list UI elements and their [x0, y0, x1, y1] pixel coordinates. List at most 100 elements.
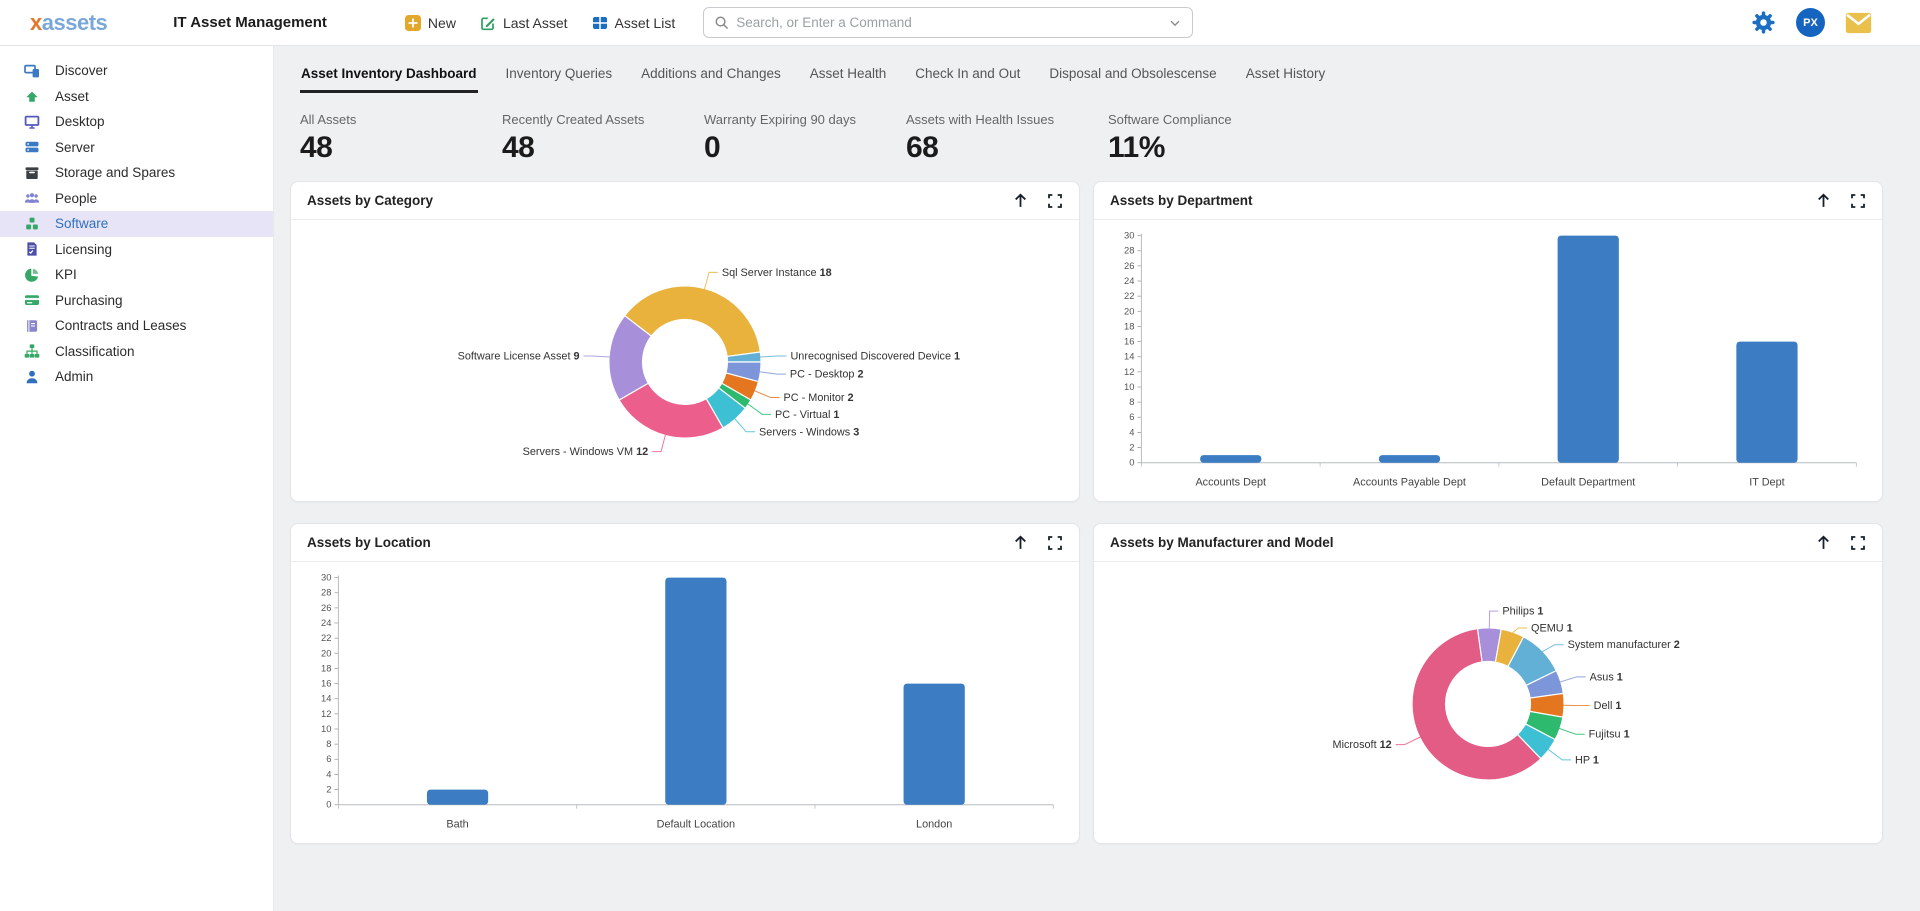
y-tick-label: 0 — [326, 800, 331, 810]
label-leader-line — [1396, 737, 1421, 745]
donut-label-servers-windows-vm: Servers - Windows VM 12 — [523, 446, 649, 458]
y-tick-label: 22 — [1124, 291, 1134, 301]
card-actions — [1012, 534, 1063, 551]
y-tick-label: 16 — [1124, 337, 1134, 347]
stat-assets-with-health-issues: Assets with Health Issues 68 — [906, 112, 1108, 165]
donut-label-pc-virtual: PC - Virtual 1 — [775, 409, 839, 421]
tab-inventory-queries[interactable]: Inventory Queries — [505, 60, 614, 93]
sidebar-item-label: Desktop — [55, 114, 105, 129]
sidebar-item-discover[interactable]: Discover — [0, 58, 273, 84]
y-tick-label: 12 — [321, 709, 331, 719]
donut-label-pc-monitor: PC - Monitor 2 — [784, 392, 854, 404]
card-actions — [1815, 534, 1866, 551]
sidebar-item-label: Asset — [55, 89, 89, 104]
fullscreen-icon[interactable] — [1850, 535, 1866, 551]
chevron-down-icon[interactable] — [1168, 16, 1182, 30]
up-arrow-icon[interactable] — [1012, 534, 1029, 551]
tab-check-in-and-out[interactable]: Check In and Out — [914, 60, 1021, 93]
tab-additions-and-changes[interactable]: Additions and Changes — [640, 60, 782, 93]
bar-default-department[interactable] — [1558, 236, 1619, 463]
card-header: Assets by Department — [1094, 182, 1882, 220]
sidebar-nav: Discover Asset Desktop Server Storage and Sp… — [0, 46, 274, 911]
stat-software-compliance: Software Compliance 11% — [1108, 112, 1310, 165]
bar-london[interactable] — [904, 684, 965, 805]
bar-bath[interactable] — [427, 790, 488, 805]
bar-default-location[interactable] — [665, 578, 726, 805]
sidebar-item-contracts-and-leases[interactable]: Contracts and Leases — [0, 313, 273, 339]
donut-label-pc-desktop: PC - Desktop 2 — [790, 369, 864, 381]
tab-asset-inventory-dashboard[interactable]: Asset Inventory Dashboard — [300, 60, 478, 93]
y-tick-label: 0 — [1129, 458, 1134, 468]
top-header: xassets IT Asset Management New Last Ass… — [0, 0, 1920, 46]
last-asset-button-label: Last Asset — [503, 15, 568, 31]
sidebar-item-label: Server — [55, 140, 95, 155]
donut-label-servers-windows: Servers - Windows 3 — [759, 426, 859, 438]
y-tick-label: 12 — [1124, 367, 1134, 377]
sidebar-item-label: Storage and Spares — [55, 165, 175, 180]
donut-label-philips: Philips 1 — [1502, 606, 1543, 618]
bar-accounts-dept[interactable] — [1200, 455, 1261, 463]
tab-disposal-and-obsolescense[interactable]: Disposal and Obsolescense — [1048, 60, 1217, 93]
command-search[interactable] — [703, 7, 1193, 38]
sidebar-item-software[interactable]: Software — [0, 211, 273, 237]
bar-chart-assets-by-department: 024681012141618202224262830Accounts Dept… — [1094, 220, 1882, 502]
stat-warranty-expiring-90-days: Warranty Expiring 90 days 0 — [704, 112, 906, 165]
sidebar-item-asset[interactable]: Asset — [0, 84, 273, 110]
tab-asset-health[interactable]: Asset Health — [809, 60, 888, 93]
sidebar-item-label: Discover — [55, 63, 108, 78]
y-tick-label: 14 — [1124, 352, 1134, 362]
donut-chart-assets-by-manufacturer: Philips 1QEMU 1System manufacturer 2Asus… — [1094, 562, 1882, 844]
x-category-label: Default Location — [657, 818, 735, 830]
asset-icon — [24, 88, 40, 104]
x-category-label: Accounts Dept — [1195, 476, 1266, 488]
up-arrow-icon[interactable] — [1012, 192, 1029, 209]
new-button[interactable]: New — [405, 15, 456, 31]
bar-accounts-payable-dept[interactable] — [1379, 455, 1440, 463]
x-category-label: Default Department — [1541, 476, 1635, 488]
up-arrow-icon[interactable] — [1815, 534, 1832, 551]
stat-value: 48 — [502, 131, 704, 165]
mail-icon[interactable] — [1845, 12, 1872, 34]
last-asset-button[interactable]: Last Asset — [480, 15, 568, 31]
user-avatar[interactable]: PX — [1796, 8, 1825, 37]
donut-label-qemu: QEMU 1 — [1531, 622, 1573, 634]
sidebar-item-storage-and-spares[interactable]: Storage and Spares — [0, 160, 273, 186]
tab-asset-history[interactable]: Asset History — [1245, 60, 1327, 93]
sidebar-item-server[interactable]: Server — [0, 135, 273, 161]
fullscreen-icon[interactable] — [1047, 535, 1063, 551]
y-tick-label: 16 — [321, 679, 331, 689]
donut-label-microsoft: Microsoft 12 — [1333, 739, 1392, 751]
stat-value: 0 — [704, 131, 906, 165]
up-arrow-icon[interactable] — [1815, 192, 1832, 209]
sidebar-item-kpi[interactable]: KPI — [0, 262, 273, 288]
search-input[interactable] — [736, 15, 1161, 30]
xassets-logo[interactable]: xassets — [30, 10, 107, 36]
sidebar-item-classification[interactable]: Classification — [0, 339, 273, 365]
card-title: Assets by Location — [307, 535, 431, 550]
table-icon — [592, 15, 608, 31]
x-category-label: Accounts Payable Dept — [1353, 476, 1466, 488]
card-actions — [1815, 192, 1866, 209]
fullscreen-icon[interactable] — [1850, 193, 1866, 209]
sidebar-item-people[interactable]: People — [0, 186, 273, 212]
asset-list-button[interactable]: Asset List — [592, 15, 676, 31]
y-tick-label: 2 — [326, 785, 331, 795]
bar-it-dept[interactable] — [1736, 342, 1797, 463]
y-tick-label: 6 — [326, 754, 331, 764]
y-tick-label: 14 — [321, 694, 331, 704]
label-leader-line — [754, 391, 779, 398]
sidebar-item-licensing[interactable]: Licensing — [0, 237, 273, 263]
sidebar-item-admin[interactable]: Admin — [0, 364, 273, 390]
fullscreen-icon[interactable] — [1047, 193, 1063, 209]
sidebar-item-label: Licensing — [55, 242, 112, 257]
sidebar-item-desktop[interactable]: Desktop — [0, 109, 273, 135]
card-title: Assets by Manufacturer and Model — [1110, 535, 1334, 550]
y-tick-label: 18 — [321, 663, 331, 673]
gear-icon[interactable] — [1751, 10, 1776, 35]
label-leader-line — [760, 356, 787, 357]
sidebar-item-purchasing[interactable]: Purchasing — [0, 288, 273, 314]
label-leader-line — [1542, 645, 1564, 652]
sidebar-item-label: KPI — [55, 267, 77, 282]
card-title: Assets by Category — [307, 193, 433, 208]
bar-chart-assets-by-location: 024681012141618202224262830BathDefault L… — [291, 562, 1079, 844]
